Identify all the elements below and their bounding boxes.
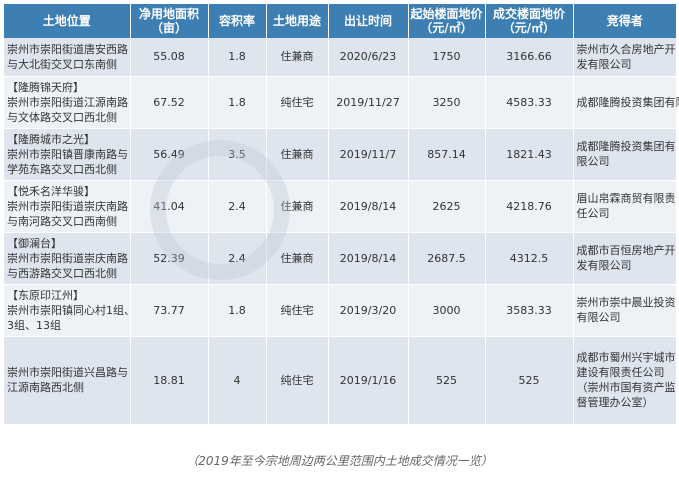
- cell-start-price: 525: [408, 336, 486, 425]
- table-row: 【御澜台】 崇州市崇阳街道崇庆南路 与西游路交叉口西北侧 52.39 2.4 住兼商 201…: [4, 232, 676, 285]
- cell-location: 【东原印江州】 崇州市崇阳镇同心村1组、 3组、13组: [4, 284, 135, 337]
- cell-deal-price: 3166.66: [485, 38, 574, 77]
- header-far: 容积率: [208, 4, 267, 38]
- cell-date: 2019/11/7: [328, 128, 409, 181]
- header-winner: 竞得者: [573, 4, 676, 38]
- cell-winner: 崇州市久合房地产开 发有限公司: [573, 38, 676, 77]
- cell-use: 纯住宅: [266, 336, 329, 425]
- header-location: 土地位置: [4, 4, 131, 38]
- table-header-row: 土地位置 净用地面积 （亩） 容积率 土地用途 出让时间 起始楼面地价 （元/㎡） …: [4, 4, 676, 38]
- cell-area: 41.04: [130, 180, 209, 233]
- cell-date: 2019/8/14: [328, 232, 409, 285]
- header-deal-price: 成交楼面地价 （元/㎡）: [485, 4, 574, 38]
- table-caption: （2019年至今宗地周边两公里范围内土地成交情况一览）: [186, 454, 493, 468]
- cell-use: 纯住宅: [266, 284, 329, 337]
- table-body: 崇州市崇阳街道唐安西路 与大北街交叉口东南侧 55.08 1.8 住兼商 2020/6/2…: [4, 38, 679, 425]
- cell-location: 【御澜台】 崇州市崇阳街道崇庆南路 与西游路交叉口西北侧: [4, 232, 131, 285]
- table-row: 崇州市崇阳街道唐安西路 与大北街交叉口东南侧 55.08 1.8 住兼商 2020/6/2…: [4, 38, 676, 77]
- cell-location: 【隆腾锦天府】 崇州市崇阳街道江源南路 与文体路交叉口西北侧: [4, 76, 131, 129]
- cell-start-price: 3250: [408, 76, 486, 129]
- table-row: 崇州市崇阳街道兴昌路与 江源南路西北侧 18.81 4 纯住宅 2019/1/16 525 5…: [4, 336, 676, 425]
- cell-far: 1.8: [208, 284, 267, 337]
- cell-deal-price: 3583.33: [485, 284, 574, 337]
- table-row: 【隆腾锦天府】 崇州市崇阳街道江源南路 与文体路交叉口西北侧 67.52 1.8 纯住宅 2…: [4, 76, 679, 129]
- cell-far: 2.4: [208, 232, 267, 285]
- cell-area: 73.77: [130, 284, 209, 337]
- cell-winner: 成都隆腾投资集团有限公司: [573, 128, 676, 181]
- cell-date: 2019/1/16: [328, 336, 409, 425]
- cell-use: 住兼商: [266, 180, 329, 233]
- header-use: 土地用途: [266, 4, 329, 38]
- cell-date: 2019/3/20: [328, 284, 409, 337]
- land-table-container: 土地位置 净用地面积 （亩） 容积率 土地用途 出让时间 起始楼面地价 （元/㎡） …: [4, 4, 679, 425]
- cell-use: 纯住宅: [266, 76, 329, 129]
- cell-deal-price: 1821.43: [485, 128, 574, 181]
- cell-deal-price: 4312.5: [485, 232, 574, 285]
- cell-winner: 成都市百恒房地产开 发有限公司: [573, 232, 676, 285]
- cell-far: 2.4: [208, 180, 267, 233]
- land-transaction-table: 土地位置 净用地面积 （亩） 容积率 土地用途 出让时间 起始楼面地价 （元/㎡） …: [4, 4, 679, 425]
- table-row: 【悦禾名洋华骏】 崇州市崇阳街道崇庆南路 与南河路交叉口西南侧 41.04 2.4 住兼商…: [4, 180, 676, 233]
- cell-location: 【悦禾名洋华骏】 崇州市崇阳街道崇庆南路 与南河路交叉口西南侧: [4, 180, 131, 233]
- cell-winner: 眉山帛霖商贸有限责 任公司: [573, 180, 676, 233]
- cell-far: 1.8: [208, 76, 267, 129]
- cell-start-price: 857.14: [408, 128, 486, 181]
- cell-date: 2019/11/27: [328, 76, 409, 129]
- cell-use: 住兼商: [266, 128, 329, 181]
- cell-start-price: 2625: [408, 180, 486, 233]
- header-start-price: 起始楼面地价 （元/㎡）: [408, 4, 486, 38]
- cell-area: 18.81: [130, 336, 209, 425]
- cell-winner: 成都隆腾投资集团有限公司: [573, 76, 679, 129]
- header-area: 净用地面积 （亩）: [130, 4, 209, 38]
- cell-area: 56.49: [130, 128, 209, 181]
- cell-date: 2020/6/23: [328, 38, 409, 77]
- cell-use: 住兼商: [266, 232, 329, 285]
- cell-deal-price: 525: [485, 336, 574, 425]
- table-row: 【隆腾城市之光】 崇州市崇阳镇晋康南路与 学苑东路交叉口西北侧 56.49 3.5 住兼商…: [4, 128, 676, 181]
- cell-winner: 崇州市崇中晨业投资 有限公司: [573, 284, 676, 337]
- cell-far: 4: [208, 336, 267, 425]
- cell-deal-price: 4218.76: [485, 180, 574, 233]
- cell-far: 1.8: [208, 38, 267, 77]
- cell-start-price: 1750: [408, 38, 486, 77]
- table-row: 【东原印江州】 崇州市崇阳镇同心村1组、 3组、13组 73.77 1.8 纯住宅 2019…: [4, 284, 676, 337]
- cell-area: 67.52: [130, 76, 209, 129]
- cell-start-price: 2687.5: [408, 232, 486, 285]
- cell-date: 2019/8/14: [328, 180, 409, 233]
- cell-location: 崇州市崇阳街道兴昌路与 江源南路西北侧: [4, 336, 131, 425]
- header-date: 出让时间: [328, 4, 409, 38]
- cell-winner: 成都市蜀州兴宇城市 建设有限责任公司 （崇州市国有资产监 督管理办公室）: [573, 336, 676, 425]
- cell-location: 崇州市崇阳街道唐安西路 与大北街交叉口东南侧: [4, 38, 131, 77]
- cell-location: 【隆腾城市之光】 崇州市崇阳镇晋康南路与 学苑东路交叉口西北侧: [4, 128, 131, 181]
- cell-start-price: 3000: [408, 284, 486, 337]
- cell-deal-price: 4583.33: [485, 76, 574, 129]
- cell-far: 3.5: [208, 128, 267, 181]
- cell-area: 52.39: [130, 232, 209, 285]
- cell-use: 住兼商: [266, 38, 329, 77]
- cell-area: 55.08: [130, 38, 209, 77]
